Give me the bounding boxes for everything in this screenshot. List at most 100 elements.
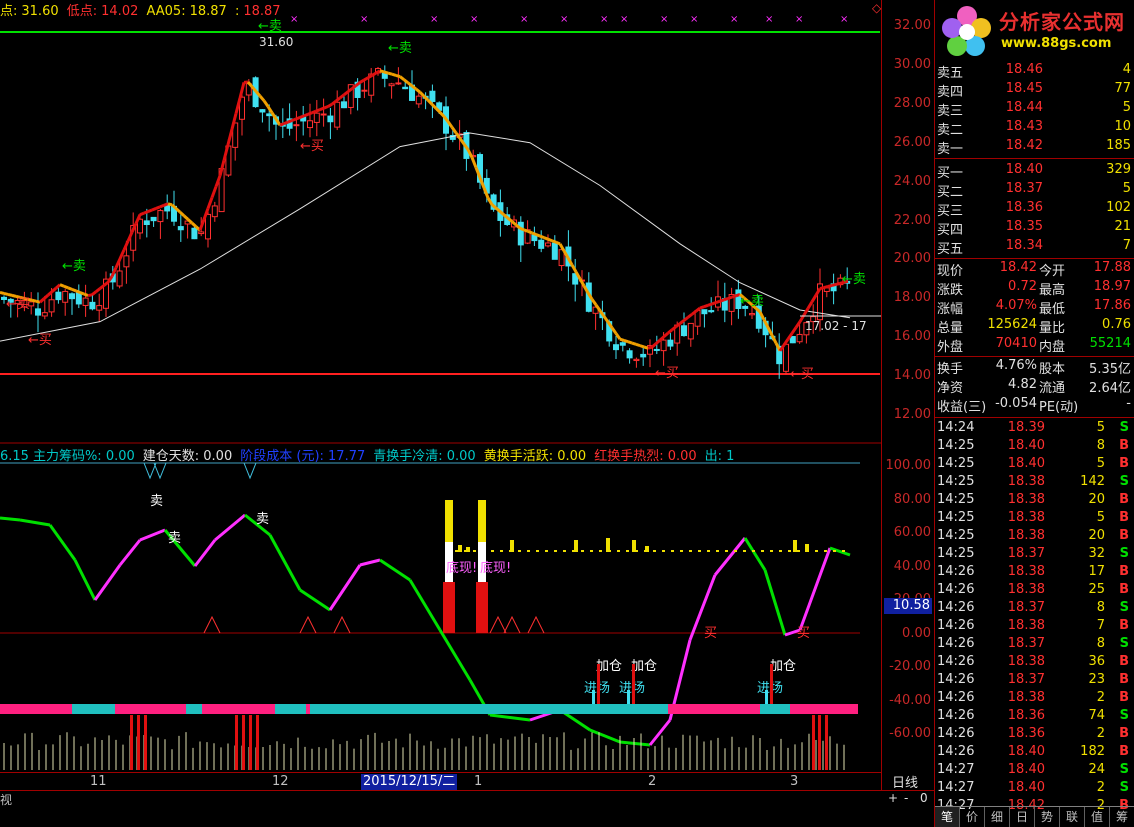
ma-short-line — [206, 197, 214, 209]
diamond-icon[interactable]: ◇ — [872, 1, 881, 15]
tick-volume: 25 — [1088, 582, 1105, 597]
period-label[interactable]: 日线 — [892, 772, 918, 791]
sell-order-row[interactable]: 卖三 18.44 5 — [935, 100, 1134, 119]
tick-volume: 5 — [1096, 420, 1105, 435]
cursor-date-box: 2015/12/15/二 — [361, 774, 458, 790]
kline-chart-area[interactable]: × × × × × × × × × × × × × × 31.60 17.02 - 17 ←卖 ←卖 ←卖 ←卖 ←卖 ←… — [0, 0, 881, 827]
sell-order-row[interactable]: 卖四 18.45 77 — [935, 81, 1134, 100]
flower-logo-icon — [942, 6, 991, 56]
sell-order-row[interactable]: 卖一 18.42 185 — [935, 138, 1134, 157]
indicator-sell-label: 卖 — [168, 531, 181, 546]
candle-body — [687, 322, 694, 340]
ma-short-line — [415, 87, 421, 94]
warning-triangle — [527, 615, 545, 634]
oscillator-line — [118, 539, 142, 566]
buy-order-row[interactable]: 买四 18.35 21 — [935, 219, 1134, 238]
zoom-in-button[interactable]: + — [888, 791, 898, 805]
tick-volume: 5 — [1096, 510, 1105, 525]
bottom-scroll-bar[interactable]: 视 + - 0 — [0, 790, 934, 807]
buy-order-row[interactable]: 买五 18.34 7 — [935, 238, 1134, 257]
ma-short-line — [155, 205, 161, 210]
tick-time: 14:26 — [937, 618, 975, 633]
tick-volume: 182 — [1080, 744, 1105, 759]
ma-short-line — [531, 231, 537, 236]
top-marker: × — [360, 14, 368, 25]
activity-dot — [734, 550, 737, 552]
oscillator-line — [798, 547, 832, 631]
activity-bar — [574, 540, 578, 552]
ma-short-line — [363, 76, 369, 82]
panel-tab[interactable]: 值 — [1085, 807, 1110, 827]
quote-label: 涨跌 — [937, 283, 964, 298]
candle-body — [157, 210, 164, 223]
candle-body — [48, 299, 55, 313]
ma-short-line — [703, 303, 709, 309]
oscillator-line — [214, 513, 246, 542]
tick-side: B — [1119, 492, 1129, 507]
volume-bar-red — [242, 715, 245, 770]
oscillator-line — [0, 516, 21, 522]
candle-body — [191, 227, 198, 240]
ma-short-line — [327, 102, 333, 108]
tick-side: B — [1119, 744, 1129, 759]
zoom-reset-button[interactable]: 0 — [920, 791, 928, 805]
date-label-nov: 11 — [90, 774, 107, 789]
sell-order-volume: 5 — [1122, 100, 1131, 115]
oscillator-line — [489, 713, 531, 722]
tick-row: 14:27 18.40 24 S — [935, 762, 1134, 781]
ma-short-line — [87, 293, 93, 298]
panel-tab[interactable]: 联 — [1060, 807, 1085, 827]
volume-bar-red — [812, 715, 815, 770]
kline-chart-svg[interactable]: × × × × × × × × × × × × × × 31.60 17.02 - 17 ←卖 ←卖 ←卖 ←卖 ←卖 ←… — [0, 0, 881, 790]
ma-short-line — [55, 283, 61, 290]
buy-signal: ←买 — [28, 333, 52, 348]
indicator-buy-label: 买 — [797, 626, 810, 641]
volume-bar-red — [235, 715, 238, 770]
quote-label: 今开 — [1039, 264, 1066, 279]
ma-short-line — [67, 286, 73, 291]
panel-tab[interactable]: 筹 — [1110, 807, 1134, 827]
spike-yellow — [445, 500, 453, 542]
tick-side: S — [1119, 420, 1129, 435]
ma-short-line — [63, 284, 69, 290]
buy-order-label: 买二 — [937, 185, 964, 200]
ma-short-line — [679, 319, 685, 325]
spike-red — [443, 582, 455, 633]
candle-body — [266, 113, 273, 117]
trend-band — [760, 704, 790, 714]
panel-tab[interactable]: 日 — [1010, 807, 1035, 827]
buy-order-row[interactable]: 买二 18.37 5 — [935, 181, 1134, 200]
price-tick: 18.00 — [893, 290, 931, 306]
tick-side: B — [1119, 582, 1129, 597]
candle-body — [334, 101, 341, 128]
panel-tab[interactable]: 笔 — [935, 807, 960, 827]
ma-short-line — [151, 207, 157, 212]
ma-short-line — [319, 106, 325, 112]
ma-short-line — [71, 287, 77, 293]
divider — [935, 158, 1134, 159]
panel-tab[interactable]: 势 — [1035, 807, 1060, 827]
ma-short-line — [291, 117, 297, 122]
panel-tab[interactable]: 细 — [985, 807, 1010, 827]
zoom-out-button[interactable]: - — [904, 791, 908, 805]
indicator-tick: 40.00 — [893, 558, 931, 574]
tick-side: S — [1119, 708, 1129, 723]
candle-body — [613, 344, 619, 351]
quote-label: 内盘 — [1039, 340, 1066, 355]
candle-body — [653, 348, 660, 351]
sell-order-label: 卖三 — [937, 104, 964, 119]
buy-order-row[interactable]: 买一 18.40 329 — [935, 162, 1134, 181]
buy-order-row[interactable]: 买三 18.36 102 — [935, 200, 1134, 219]
ma-short-line — [182, 214, 190, 221]
sell-order-label: 卖一 — [937, 142, 964, 157]
activity-dot — [536, 550, 539, 552]
candle-body — [69, 293, 75, 300]
panel-tab[interactable]: 价 — [960, 807, 985, 827]
sell-order-row[interactable]: 卖二 18.43 10 — [935, 119, 1134, 138]
ma-short-line — [147, 208, 153, 213]
top-marker: × — [730, 14, 738, 25]
sell-order-row[interactable]: 卖五 18.46 4 — [935, 62, 1134, 81]
buy-signal: ←买 — [790, 367, 814, 382]
ma-short-line — [711, 301, 717, 306]
volume-bar-red — [130, 715, 133, 770]
